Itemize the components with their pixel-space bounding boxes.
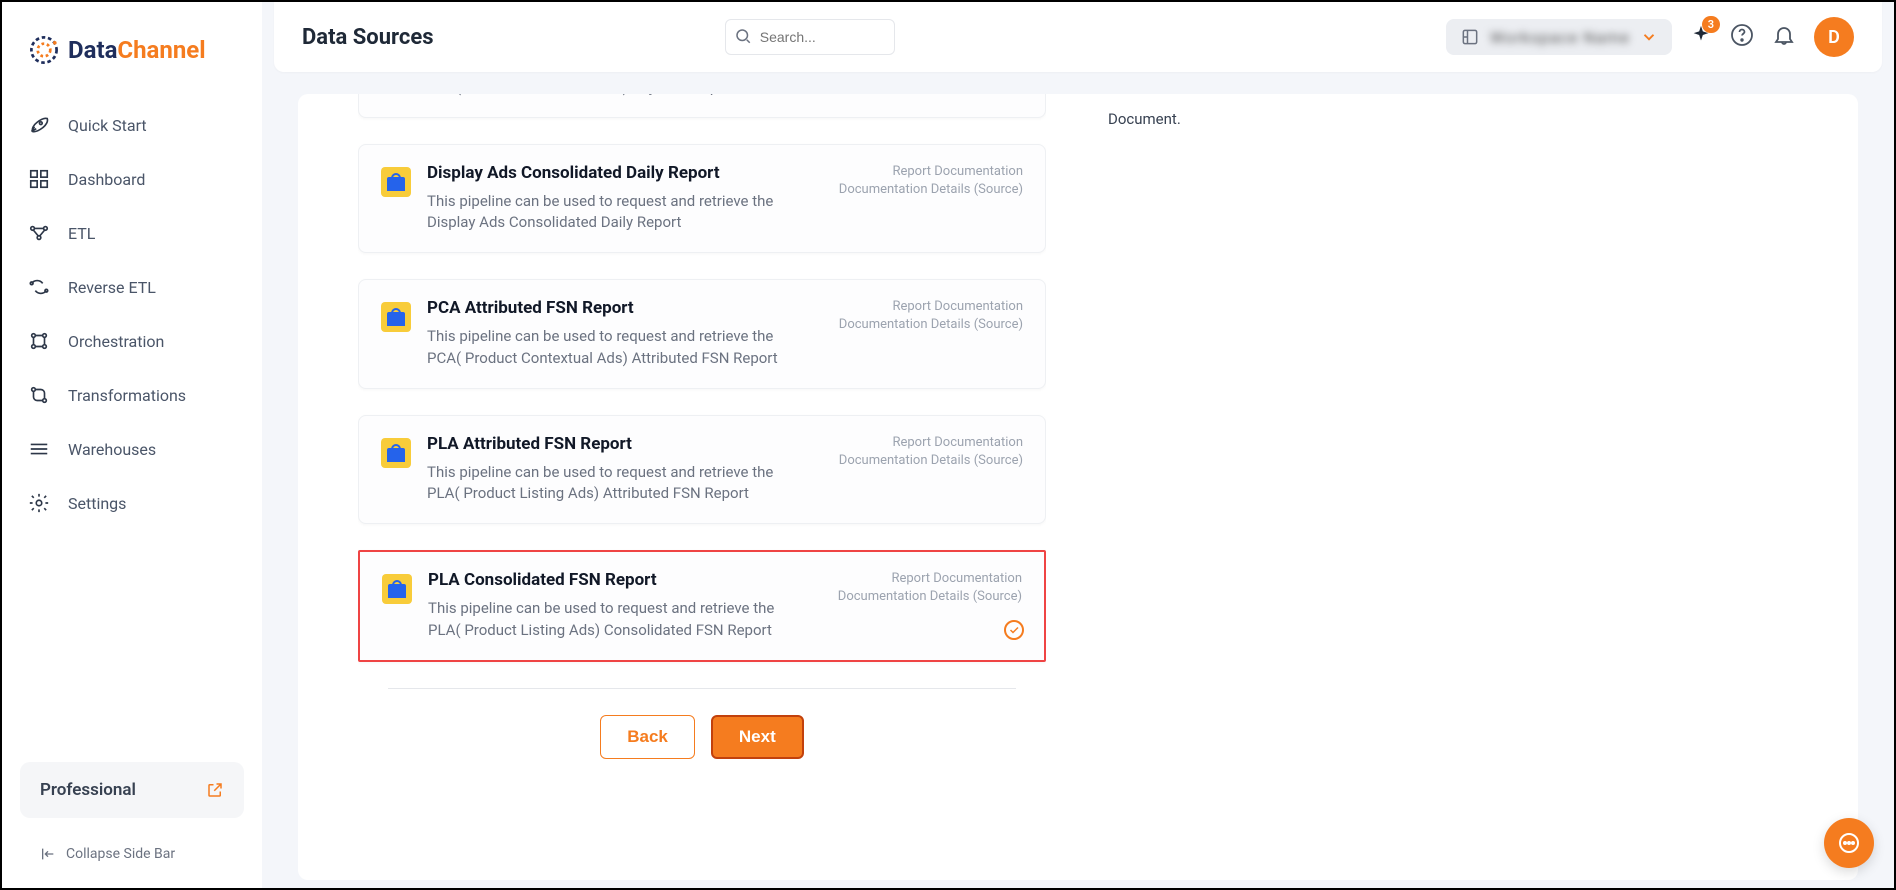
sidebar: DataChannel Quick Start Dashboard ETL Re… bbox=[2, 2, 262, 888]
doc-details-link[interactable]: Documentation Details (Source) bbox=[839, 452, 1023, 470]
next-button[interactable]: Next bbox=[711, 715, 804, 759]
page-title: Data Sources bbox=[302, 25, 434, 50]
chevron-down-icon bbox=[1640, 28, 1658, 46]
logo-text-1: Data bbox=[68, 36, 117, 64]
report-doc-link[interactable]: Report Documentation bbox=[838, 570, 1022, 588]
card-title: PCA Attributed FSN Report bbox=[427, 298, 823, 318]
card-title: PLA Attributed FSN Report bbox=[427, 434, 823, 454]
flipkart-icon bbox=[381, 302, 411, 332]
sidebar-item-dashboard[interactable]: Dashboard bbox=[14, 152, 250, 206]
notifications-button[interactable] bbox=[1772, 23, 1796, 51]
sidebar-item-label: Reverse ETL bbox=[68, 278, 156, 297]
divider bbox=[388, 688, 1016, 689]
workspace-icon bbox=[1460, 27, 1480, 47]
main: Data Sources Workspace Name 3 bbox=[262, 2, 1894, 888]
chat-icon bbox=[1837, 831, 1861, 855]
sidebar-item-quick-start[interactable]: Quick Start bbox=[14, 98, 250, 152]
search-icon bbox=[734, 27, 752, 45]
sidebar-item-label: ETL bbox=[68, 224, 95, 243]
workspace-selector[interactable]: Workspace Name bbox=[1446, 19, 1672, 55]
logo-text-2: Channel bbox=[117, 36, 205, 64]
right-panel-text: Document. bbox=[1108, 110, 1181, 128]
sidebar-item-transformations[interactable]: Transformations bbox=[14, 368, 250, 422]
report-card[interactable]: This pipeline can be used to request and… bbox=[358, 94, 1046, 118]
sidebar-item-label: Orchestration bbox=[68, 332, 164, 351]
warehouses-icon bbox=[28, 438, 50, 460]
content-panel: This pipeline can be used to request and… bbox=[298, 94, 1858, 880]
avatar[interactable]: D bbox=[1814, 17, 1854, 57]
card-description: This pipeline can be used to request and… bbox=[427, 94, 787, 99]
sidebar-item-label: Settings bbox=[68, 494, 126, 513]
report-card[interactable]: Display Ads Consolidated Daily Report Th… bbox=[358, 144, 1046, 254]
flipkart-icon bbox=[382, 574, 412, 604]
orchestration-icon bbox=[28, 330, 50, 352]
collapse-icon bbox=[40, 846, 56, 862]
chat-fab[interactable] bbox=[1824, 818, 1874, 868]
sidebar-item-label: Dashboard bbox=[68, 170, 145, 189]
topbar: Data Sources Workspace Name 3 bbox=[274, 2, 1882, 72]
sidebar-item-reverse-etl[interactable]: Reverse ETL bbox=[14, 260, 250, 314]
bell-icon bbox=[1772, 23, 1796, 47]
back-button[interactable]: Back bbox=[600, 715, 695, 759]
report-doc-link[interactable]: Report Documentation bbox=[839, 163, 1023, 181]
report-doc-link[interactable]: Report Documentation bbox=[839, 434, 1023, 452]
sidebar-item-label: Warehouses bbox=[68, 440, 156, 459]
sidebar-item-label: Transformations bbox=[68, 386, 186, 405]
collapse-label: Collapse Side Bar bbox=[66, 846, 175, 862]
notification-badge: 3 bbox=[1702, 16, 1720, 33]
help-icon bbox=[1730, 23, 1754, 47]
doc-details-link[interactable]: Documentation Details (Source) bbox=[838, 588, 1022, 606]
report-doc-link[interactable]: Report Documentation bbox=[839, 298, 1023, 316]
flipkart-icon bbox=[381, 438, 411, 468]
plan-label: Professional bbox=[40, 780, 136, 800]
flipkart-icon bbox=[381, 167, 411, 197]
right-info-panel: Document. bbox=[1068, 94, 1858, 880]
help-button[interactable] bbox=[1730, 23, 1754, 51]
workspace-name: Workspace Name bbox=[1490, 28, 1630, 47]
card-description: This pipeline can be used to request and… bbox=[427, 191, 787, 235]
card-title: PLA Consolidated FSN Report bbox=[428, 570, 822, 590]
card-title: Display Ads Consolidated Daily Report bbox=[427, 163, 823, 183]
ai-sparkle-button[interactable]: 3 bbox=[1690, 24, 1712, 50]
sidebar-item-label: Quick Start bbox=[68, 116, 147, 135]
reverse-etl-icon bbox=[28, 276, 50, 298]
report-card[interactable]: PCA Attributed FSN Report This pipeline … bbox=[358, 279, 1046, 389]
collapse-sidebar[interactable]: Collapse Side Bar bbox=[2, 836, 262, 872]
logo[interactable]: DataChannel bbox=[2, 24, 262, 98]
sidebar-item-settings[interactable]: Settings bbox=[14, 476, 250, 530]
gear-icon bbox=[28, 492, 50, 514]
selected-check-icon bbox=[1004, 620, 1024, 640]
card-description: This pipeline can be used to request and… bbox=[427, 462, 787, 506]
card-description: This pipeline can be used to request and… bbox=[427, 326, 787, 370]
dashboard-icon bbox=[28, 168, 50, 190]
external-link-icon bbox=[206, 781, 224, 799]
doc-details-link[interactable]: Documentation Details (Source) bbox=[839, 316, 1023, 334]
sidebar-nav: Quick Start Dashboard ETL Reverse ETL Or… bbox=[2, 98, 262, 762]
avatar-initial: D bbox=[1828, 27, 1840, 48]
logo-mark-icon bbox=[26, 32, 62, 68]
report-card-selected[interactable]: PLA Consolidated FSN Report This pipelin… bbox=[358, 550, 1046, 662]
sidebar-item-warehouses[interactable]: Warehouses bbox=[14, 422, 250, 476]
etl-icon bbox=[28, 222, 50, 244]
doc-details-link[interactable]: Documentation Details (Source) bbox=[839, 181, 1023, 199]
sidebar-item-orchestration[interactable]: Orchestration bbox=[14, 314, 250, 368]
card-description: This pipeline can be used to request and… bbox=[428, 598, 788, 642]
report-card[interactable]: PLA Attributed FSN Report This pipeline … bbox=[358, 415, 1046, 525]
sidebar-item-etl[interactable]: ETL bbox=[14, 206, 250, 260]
transformations-icon bbox=[28, 384, 50, 406]
plan-badge[interactable]: Professional bbox=[20, 762, 244, 818]
rocket-icon bbox=[28, 114, 50, 136]
